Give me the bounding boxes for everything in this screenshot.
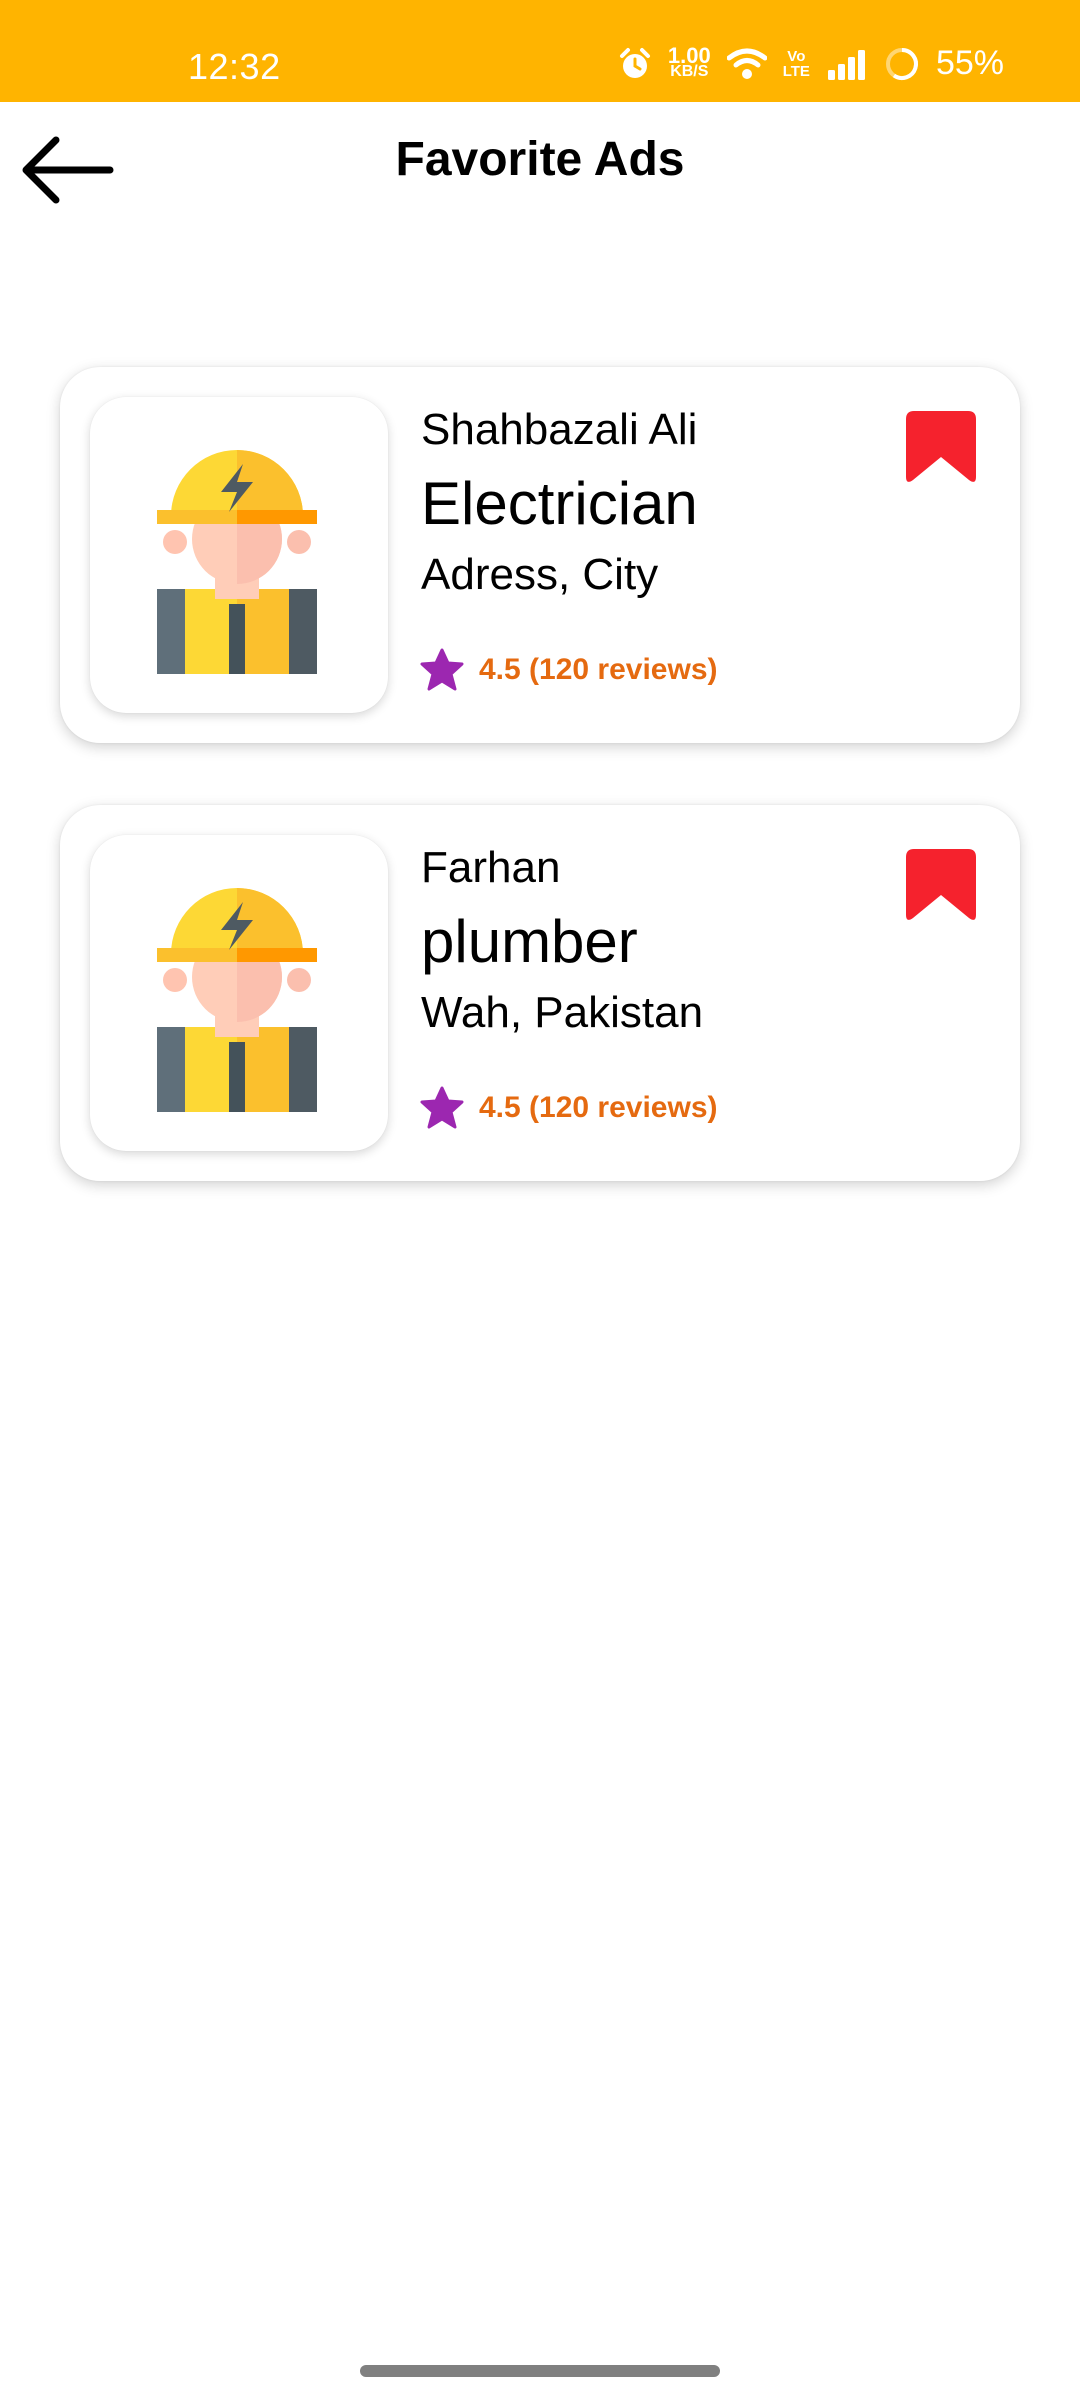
bookmark-button[interactable] bbox=[906, 411, 976, 485]
ad-location: Adress, City bbox=[421, 550, 659, 599]
ad-profession: plumber bbox=[421, 908, 638, 975]
ad-profession: Electrician bbox=[421, 470, 698, 537]
ad-thumbnail bbox=[90, 835, 388, 1151]
advertiser-name: Shahbazali Ali bbox=[421, 405, 698, 454]
home-indicator[interactable] bbox=[360, 2365, 720, 2377]
battery-percent: 55% bbox=[935, 44, 1004, 82]
alarm-icon bbox=[619, 47, 650, 78]
app-header: Favorite Ads bbox=[0, 102, 1080, 232]
volte-indicator: Vo LTE bbox=[782, 47, 810, 80]
advertiser-name: Farhan bbox=[421, 843, 561, 892]
ad-location: Wah, Pakistan bbox=[421, 988, 704, 1037]
star-icon bbox=[420, 648, 464, 691]
star-icon bbox=[420, 1086, 464, 1129]
worker-avatar-icon bbox=[157, 888, 317, 1112]
ad-thumbnail bbox=[90, 397, 388, 713]
battery-ring-icon bbox=[885, 47, 918, 80]
network-speed: 1.00 KB/S bbox=[667, 42, 711, 80]
ad-card[interactable]: Shahbazali Ali Electrician Adress, City … bbox=[60, 367, 1020, 743]
page-title: Favorite Ads bbox=[395, 133, 685, 186]
bookmark-filled-icon bbox=[906, 849, 976, 920]
wifi-icon bbox=[726, 48, 767, 79]
rating-text: 4.5 (120 reviews) bbox=[479, 653, 718, 686]
signal-icon bbox=[827, 49, 865, 80]
status-time: 12:32 bbox=[188, 46, 281, 87]
ad-rating: 4.5 (120 reviews) bbox=[419, 1085, 718, 1131]
ad-card[interactable]: Farhan plumber Wah, Pakistan 4.5 (120 re… bbox=[60, 805, 1020, 1181]
bookmark-filled-icon bbox=[906, 411, 976, 482]
ad-rating: 4.5 (120 reviews) bbox=[419, 647, 718, 693]
status-bar: 12:32 1.00 KB/S Vo LTE 55% bbox=[0, 0, 1080, 102]
bookmark-button[interactable] bbox=[906, 849, 976, 923]
rating-text: 4.5 (120 reviews) bbox=[479, 1091, 718, 1124]
status-icons: 1.00 KB/S Vo LTE 55% bbox=[618, 44, 1004, 83]
worker-avatar-icon bbox=[157, 450, 317, 674]
